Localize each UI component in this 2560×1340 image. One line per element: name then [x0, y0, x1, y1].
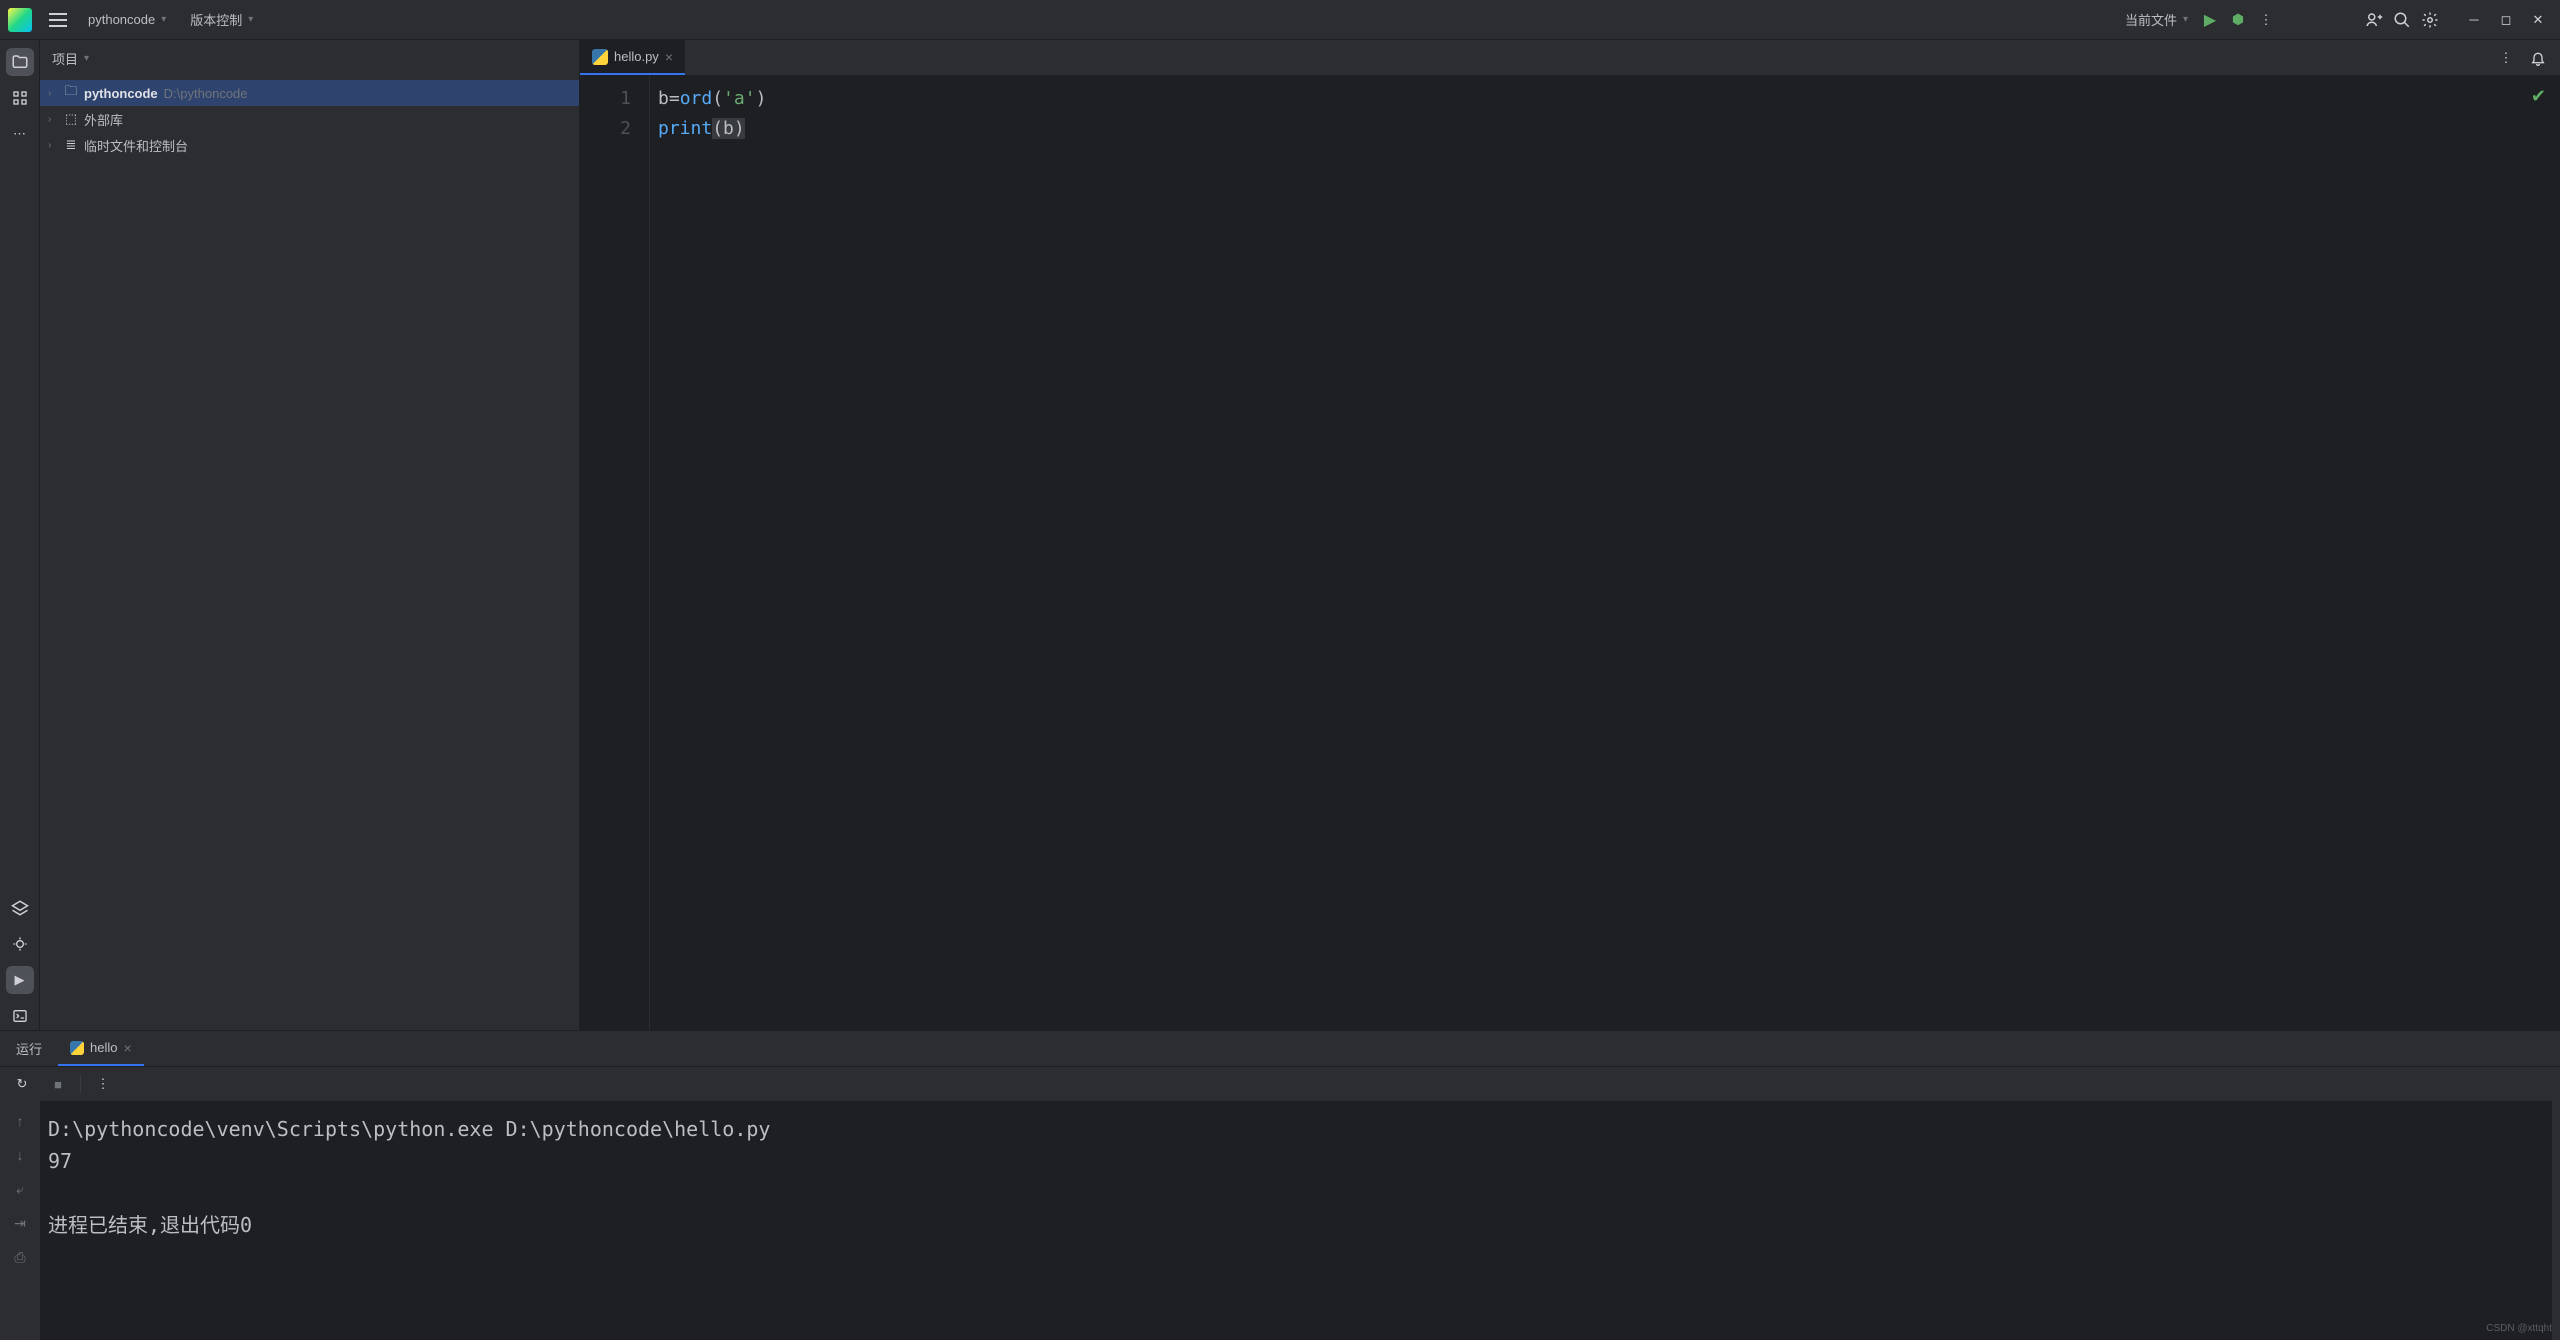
code-editor[interactable]: 12 b=ord('a')print(b) ✔: [580, 76, 2560, 1030]
line-gutter: 12: [580, 76, 650, 1030]
more-actions-button[interactable]: ⋮: [2252, 6, 2280, 34]
watermark: CSDN @xttqht: [2486, 1323, 2552, 1334]
code-line[interactable]: b=ord('a'): [658, 84, 2560, 114]
code-line[interactable]: print(b): [658, 114, 2560, 144]
structure-tool-button[interactable]: [6, 84, 34, 112]
print-button[interactable]: ⎙: [8, 1245, 32, 1269]
tree-item[interactable]: ›⬚外部库: [40, 106, 579, 132]
python-console-tool-button[interactable]: [6, 930, 34, 958]
run-button[interactable]: ▶: [2196, 6, 2224, 34]
project-panel-header[interactable]: 项目 ▾: [40, 40, 579, 76]
line-number: 1: [580, 84, 631, 114]
tree-expand-icon[interactable]: ›: [48, 114, 62, 125]
run-tab-hello[interactable]: hello ×: [58, 1031, 144, 1066]
scroll-down-button[interactable]: ↓: [8, 1143, 32, 1167]
close-run-tab-icon[interactable]: ×: [123, 1040, 131, 1056]
run-more-button[interactable]: ⋮: [89, 1070, 117, 1098]
editor-tab-hello[interactable]: hello.py ×: [580, 40, 685, 75]
project-tree: ›🗀pythoncodeD:\pythoncode›⬚外部库›≣临时文件和控制台: [40, 76, 579, 162]
settings-button[interactable]: [2416, 6, 2444, 34]
library-icon: ⬚: [62, 111, 80, 127]
vcs-label: 版本控制: [190, 10, 242, 29]
run-config-label: 当前文件: [2125, 10, 2177, 29]
project-panel: 项目 ▾ ›🗀pythoncodeD:\pythoncode›⬚外部库›≣临时文…: [40, 40, 580, 1030]
console-line: 进程已结束,退出代码0: [48, 1209, 2544, 1241]
debug-button[interactable]: ⬢: [2224, 6, 2252, 34]
run-panel: 运行 hello × ↻ ■ ⋮ ↑ ↓ ⤶ ⇥ ⎙ D:\pythoncode…: [0, 1030, 2560, 1340]
console-output[interactable]: D:\pythoncode\venv\Scripts\python.exe D:…: [40, 1101, 2552, 1340]
run-tabs-bar: 运行 hello ×: [0, 1031, 2560, 1067]
run-toolbar: ↻ ■ ⋮: [0, 1067, 2560, 1101]
inspection-ok-icon[interactable]: ✔: [2531, 86, 2546, 107]
scratch-icon: ≣: [62, 137, 80, 153]
project-tool-button[interactable]: [6, 48, 34, 76]
titlebar: pythoncode ▾ 版本控制 ▾ 当前文件 ▾ ▶ ⬢ ⋮ ─ ◻ ✕: [0, 0, 2560, 40]
close-button[interactable]: ✕: [2524, 6, 2552, 34]
vcs-dropdown[interactable]: 版本控制 ▾: [182, 6, 261, 33]
hamburger-icon: [49, 13, 67, 27]
project-name: pythoncode: [88, 12, 155, 27]
pycharm-logo-icon: [8, 8, 32, 32]
chevron-down-icon: ▾: [161, 14, 166, 25]
chevron-down-icon: ▾: [84, 53, 89, 64]
tree-item-label: pythoncode: [84, 86, 158, 101]
editor-tabs-bar: hello.py × ⋮: [580, 40, 2560, 76]
chevron-down-icon: ▾: [248, 14, 253, 25]
scroll-up-button[interactable]: ↑: [8, 1109, 32, 1133]
console-line: [48, 1177, 2544, 1209]
tree-item-label: 外部库: [84, 110, 123, 129]
tree-expand-icon[interactable]: ›: [48, 140, 62, 151]
notifications-button[interactable]: [2524, 44, 2552, 72]
project-panel-title: 项目: [52, 49, 78, 68]
run-tab-name: hello: [90, 1040, 117, 1055]
console-line: 97: [48, 1145, 2544, 1177]
python-file-icon: [70, 1041, 84, 1055]
run-tool-button[interactable]: ▶: [6, 966, 34, 994]
console-line: D:\pythoncode\venv\Scripts\python.exe D:…: [48, 1113, 2544, 1145]
scroll-to-end-button[interactable]: ⇥: [8, 1211, 32, 1235]
services-tool-button[interactable]: [6, 894, 34, 922]
python-file-icon: [592, 49, 608, 65]
minimize-button[interactable]: ─: [2460, 6, 2488, 34]
folder-icon: 🗀: [62, 82, 80, 104]
run-panel-title: 运行: [0, 1031, 58, 1066]
stop-button[interactable]: ■: [44, 1070, 72, 1098]
run-config-dropdown[interactable]: 当前文件 ▾: [2117, 6, 2196, 33]
terminal-tool-button[interactable]: [6, 1002, 34, 1030]
tree-item-label: 临时文件和控制台: [84, 136, 188, 155]
maximize-button[interactable]: ◻: [2492, 6, 2520, 34]
rerun-button[interactable]: ↻: [8, 1070, 36, 1098]
code-content[interactable]: b=ord('a')print(b): [650, 76, 2560, 1030]
console-rail: ↑ ↓ ⤶ ⇥ ⎙: [0, 1101, 40, 1340]
code-with-me-button[interactable]: [2360, 6, 2388, 34]
close-tab-icon[interactable]: ×: [665, 49, 673, 65]
tree-item[interactable]: ›≣临时文件和控制台: [40, 132, 579, 158]
project-dropdown[interactable]: pythoncode ▾: [80, 8, 174, 31]
tab-filename: hello.py: [614, 49, 659, 64]
search-button[interactable]: [2388, 6, 2416, 34]
soft-wrap-button[interactable]: ⤶: [8, 1177, 32, 1201]
more-tools-button[interactable]: ⋯: [6, 120, 34, 148]
left-tool-rail: ⋯ ▶: [0, 40, 40, 1030]
tree-expand-icon[interactable]: ›: [48, 88, 62, 99]
chevron-down-icon: ▾: [2183, 14, 2188, 25]
tree-item[interactable]: ›🗀 pythoncode D:\pythoncode: [40, 80, 579, 106]
main-menu-button[interactable]: [44, 6, 72, 34]
line-number: 2: [580, 114, 631, 144]
tree-item-path: D:\pythoncode: [164, 86, 248, 101]
editor-area: hello.py × ⋮ 12 b=ord('a')print(b) ✔: [580, 40, 2560, 1030]
editor-more-button[interactable]: ⋮: [2492, 44, 2520, 72]
